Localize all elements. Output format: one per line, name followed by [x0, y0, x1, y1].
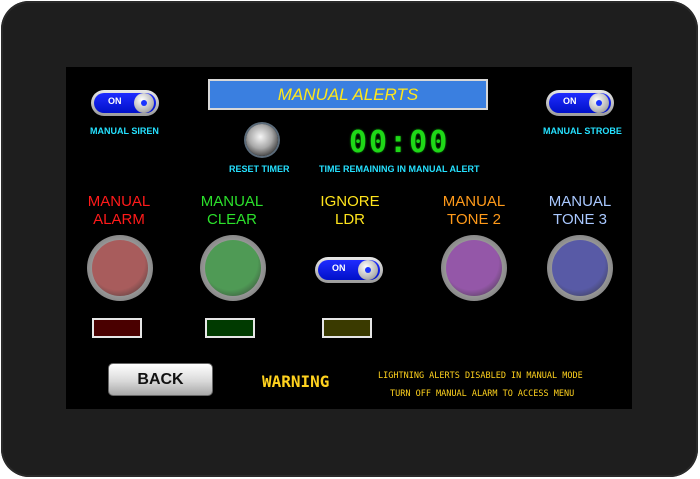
back-button[interactable]: BACK [108, 363, 213, 396]
manual-clear-label: MANUAL CLEAR [177, 193, 287, 229]
manual-strobe-label: MANUAL STROBE [543, 126, 622, 136]
hmi-screen: ON MANUAL SIREN MANUAL ALERTS ON MANUAL … [66, 67, 632, 409]
warning-message-line1: LIGHTNING ALERTS DISABLED IN MANUAL MODE [378, 371, 583, 381]
manual-alarm-label: MANUAL ALARM [64, 193, 174, 229]
label-line2: ALARM [93, 211, 145, 228]
label-line2: LDR [334, 211, 365, 228]
label-line1: MANUAL [548, 193, 612, 210]
label-line2: TONE 2 [447, 211, 501, 228]
toggle-track: ON [318, 260, 380, 280]
toggle-on-text: ON [563, 96, 577, 106]
manual-strobe-toggle[interactable]: ON [546, 90, 614, 116]
manual-tone3-label: MANUAL TONE 3 [525, 193, 635, 229]
manual-siren-label: MANUAL SIREN [90, 126, 159, 136]
button-cap [205, 240, 261, 296]
manual-clear-indicator [205, 318, 255, 338]
ignore-ldr-label: IGNORE LDR [295, 193, 405, 229]
manual-alarm-button[interactable] [87, 235, 153, 301]
manual-siren-toggle[interactable]: ON [91, 90, 159, 116]
manual-alarm-indicator [92, 318, 142, 338]
button-cap [446, 240, 502, 296]
toggle-on-text: ON [332, 263, 346, 273]
toggle-knob [134, 93, 154, 113]
manual-clear-button[interactable] [200, 235, 266, 301]
manual-tone3-button[interactable] [547, 235, 613, 301]
ignore-ldr-indicator [322, 318, 372, 338]
page-title-box: MANUAL ALERTS [208, 79, 488, 110]
label-line1: MANUAL [442, 193, 506, 210]
manual-tone2-label: MANUAL TONE 2 [419, 193, 529, 229]
reset-timer-label: RESET TIMER [229, 164, 290, 174]
toggle-track: ON [94, 93, 156, 113]
toggle-track: ON [549, 93, 611, 113]
button-cap [92, 240, 148, 296]
label-line1: MANUAL [87, 193, 151, 210]
warning-message-line2: TURN OFF MANUAL ALARM TO ACCESS MENU [390, 389, 575, 399]
toggle-on-text: ON [108, 96, 122, 106]
label-line2: CLEAR [206, 211, 258, 228]
label-line1: IGNORE [320, 193, 380, 210]
ignore-ldr-toggle[interactable]: ON [315, 257, 383, 283]
page-title: MANUAL ALERTS [277, 84, 419, 104]
reset-timer-button[interactable] [246, 124, 278, 156]
label-line1: MANUAL [200, 193, 264, 210]
manual-tone2-button[interactable] [441, 235, 507, 301]
label-line2: TONE 3 [553, 211, 607, 228]
button-cap [552, 240, 608, 296]
warning-title: WARNING [262, 372, 330, 391]
timer-display: 00:00 [349, 125, 450, 160]
back-button-label: BACK [137, 370, 184, 388]
toggle-knob [358, 260, 378, 280]
toggle-knob [589, 93, 609, 113]
timer-label: TIME REMAINING IN MANUAL ALERT [319, 164, 480, 174]
